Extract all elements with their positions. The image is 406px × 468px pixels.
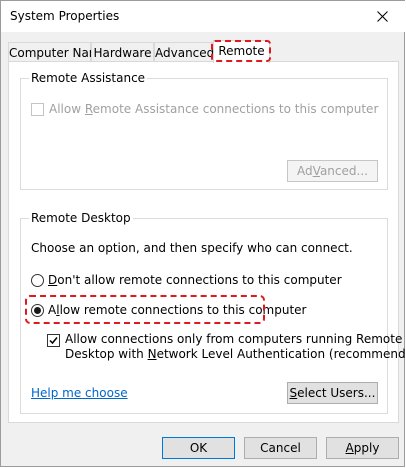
remote-assistance-label: Allow Remote Assistance connections to t… xyxy=(49,102,379,116)
radio-row-allow[interactable]: Allow remote connections to this compute… xyxy=(31,303,306,317)
cancel-label: Cancel xyxy=(260,441,301,455)
tab-hardware[interactable]: Hardware xyxy=(91,42,154,62)
advanced-button[interactable]: AdVanced... xyxy=(287,160,378,182)
advanced-button-label: AdVanced... xyxy=(297,164,368,178)
help-me-choose-link[interactable]: Help me choose xyxy=(31,386,128,400)
select-users-button[interactable]: Select Users... xyxy=(287,382,378,404)
remote-desktop-instruction: Choose an option, and then specify who c… xyxy=(31,241,353,255)
radio-allow-remote[interactable] xyxy=(31,303,44,317)
nla-label: Allow connections only from computers ru… xyxy=(65,332,406,361)
apply-button[interactable]: Apply xyxy=(326,437,399,459)
ok-label: OK xyxy=(189,441,208,455)
close-icon xyxy=(376,11,388,22)
radio-deny-remote[interactable] xyxy=(31,273,44,287)
window-title: System Properties xyxy=(10,9,120,23)
ok-button[interactable]: OK xyxy=(162,437,235,459)
title-bar[interactable]: System Properties xyxy=(1,1,405,32)
tab-label: Advanced xyxy=(155,46,215,60)
apply-label: Apply xyxy=(345,441,380,455)
radio-allow-label: Allow remote connections to this compute… xyxy=(48,303,307,317)
cancel-button[interactable]: Cancel xyxy=(244,437,317,459)
select-users-label: Select Users... xyxy=(289,386,376,400)
remote-assistance-title: Remote Assistance xyxy=(29,71,148,85)
remote-desktop-title: Remote Desktop xyxy=(29,211,133,225)
remote-assistance-checkbox[interactable] xyxy=(31,102,44,116)
tab-label: Remote xyxy=(218,44,265,58)
tab-panel-remote: Remote Assistance Allow Remote Assistanc… xyxy=(8,61,406,423)
checkmark-icon xyxy=(49,337,58,345)
tab-remote[interactable]: Remote xyxy=(213,40,270,63)
nla-checkbox[interactable] xyxy=(47,334,60,347)
tab-advanced[interactable]: Advanced xyxy=(154,42,214,62)
tab-computer-name[interactable]: Computer Name xyxy=(8,42,108,62)
instruction-text: Choose an option, and then specify who c… xyxy=(31,241,353,255)
remote-assistance-group: Remote Assistance Allow Remote Assistanc… xyxy=(20,71,388,190)
nla-checkbox-row[interactable]: Allow connections only from computers ru… xyxy=(47,332,406,362)
radio-deny-label: Don't allow remote connections to this c… xyxy=(48,273,342,287)
remote-desktop-group: Remote Desktop Choose an option, and the… xyxy=(20,211,406,414)
tab-label: Hardware xyxy=(93,46,152,60)
system-properties-window: System Properties Computer Name Hardware… xyxy=(0,0,406,467)
remote-assistance-checkbox-row[interactable]: Allow Remote Assistance connections to t… xyxy=(31,102,378,116)
radio-row-deny[interactable]: Don't allow remote connections to this c… xyxy=(31,273,342,287)
close-button[interactable] xyxy=(359,1,405,32)
radio-selected-dot xyxy=(34,306,41,314)
